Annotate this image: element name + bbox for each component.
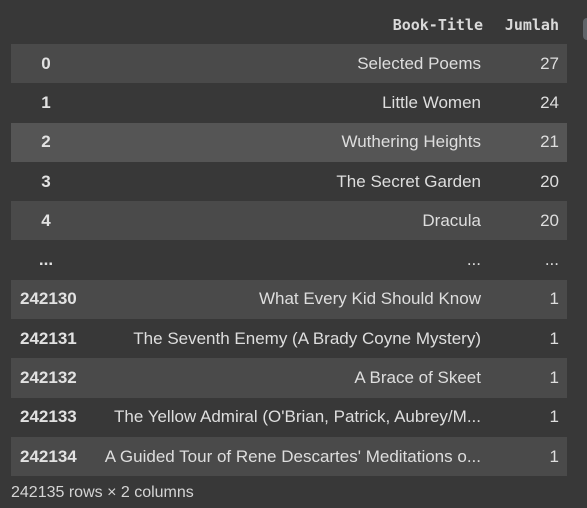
book-title-cell: The Yellow Admiral (O'Brian, Patrick, Au…	[113, 407, 481, 427]
row-index: 242132	[20, 368, 77, 388]
book-title-cell: What Every Kid Should Know	[258, 289, 481, 309]
jumlah-cell: 1	[549, 407, 559, 427]
table-row: 4 Dracula 20	[11, 201, 567, 241]
row-index: 242133	[20, 407, 77, 427]
jumlah-cell: 20	[540, 171, 559, 191]
row-index: 4	[41, 210, 51, 230]
table-row: 0 Selected Poems 27	[11, 44, 567, 84]
dataframe-output: Book-Title Jumlah 0 Selected Poems 27 1 …	[0, 0, 587, 508]
column-header-jumlah: Jumlah	[504, 16, 559, 34]
row-index: 1	[41, 92, 51, 112]
row-index: 3	[41, 171, 51, 191]
table-row: 242131 The Seventh Enemy (A Brady Coyne …	[11, 319, 567, 359]
book-title-cell: A Guided Tour of Rene Descartes' Meditat…	[104, 446, 481, 466]
book-title-cell: Selected Poems	[357, 53, 481, 73]
table-row: 242130 What Every Kid Should Know 1	[11, 279, 567, 320]
row-index: 242130	[20, 289, 77, 309]
scrollbar-handle[interactable]	[583, 18, 587, 40]
row-index: 242134	[20, 446, 77, 466]
book-title-cell: Dracula	[422, 210, 481, 230]
row-count-summary: 242135 rows × 2 columns	[11, 484, 194, 501]
jumlah-cell: 27	[540, 53, 559, 73]
dataframe-table: Book-Title Jumlah 0 Selected Poems 27 1 …	[11, 6, 567, 477]
index-header	[11, 6, 81, 44]
jumlah-cell: 1	[549, 446, 559, 466]
jumlah-cell: 24	[540, 92, 559, 112]
table-row: 2 Wuthering Heights 21	[11, 122, 567, 162]
ellipsis-row: ... ... ...	[11, 240, 567, 280]
book-title-cell: The Secret Garden	[336, 171, 481, 191]
jumlah-cell: 20	[540, 210, 559, 230]
header-row: Book-Title Jumlah	[11, 6, 567, 44]
book-title-cell: The Seventh Enemy (A Brady Coyne Mystery…	[133, 328, 481, 348]
jumlah-cell: 1	[549, 289, 559, 309]
jumlah-cell: 1	[549, 368, 559, 388]
jumlah-cell: 1	[549, 328, 559, 348]
book-title-cell: Little Women	[382, 92, 481, 112]
row-index: 242131	[20, 328, 77, 348]
row-index: ...	[38, 250, 54, 270]
jumlah-cell: 21	[540, 132, 559, 152]
table-row: 1 Little Women 24	[11, 83, 567, 123]
row-index: 2	[41, 132, 51, 152]
jumlah-cell: ...	[544, 250, 559, 270]
table-row: 242134 A Guided Tour of Rene Descartes' …	[11, 436, 567, 477]
book-title-cell: Wuthering Heights	[341, 132, 481, 152]
table-row: 242133 The Yellow Admiral (O'Brian, Patr…	[11, 397, 567, 437]
table-row: 3 The Secret Garden 20	[11, 161, 567, 202]
table-row: 242132 A Brace of Skeet 1	[11, 358, 567, 398]
book-title-cell: A Brace of Skeet	[354, 368, 481, 388]
column-header-book-title: Book-Title	[392, 16, 483, 34]
row-index: 0	[41, 53, 51, 73]
book-title-cell: ...	[466, 250, 481, 270]
